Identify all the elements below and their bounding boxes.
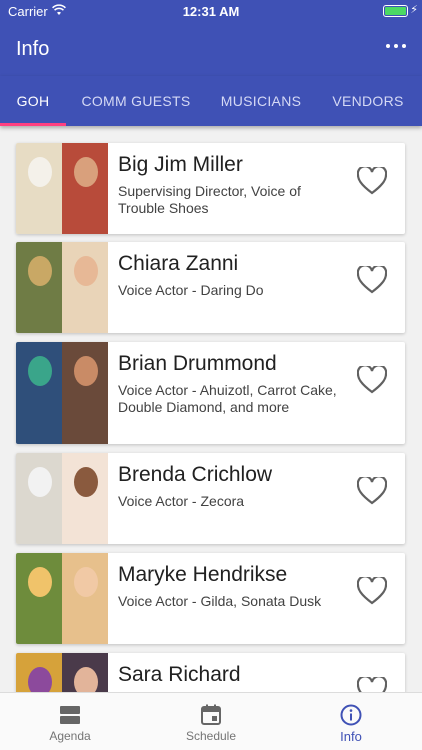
guest-photo <box>16 342 108 444</box>
more-options-icon[interactable] <box>386 36 406 56</box>
bottom-navigation: Agenda Schedule Info <box>0 692 422 750</box>
page-title: Info <box>16 38 50 60</box>
guest-name: Brenda Crichlow <box>118 463 273 486</box>
tab-bar: GOH COMM GUESTS MUSICIANS VENDORS <box>0 76 422 126</box>
charging-icon: ⚡ <box>410 4 418 16</box>
favorite-heart-icon[interactable] <box>357 477 387 505</box>
nav-schedule-label: Schedule <box>185 729 237 743</box>
guest-photo <box>16 653 108 692</box>
guest-name: Brian Drummond <box>118 352 277 375</box>
guest-card[interactable]: Chiara Zanni Voice Actor - Daring Do <box>16 242 405 333</box>
info-icon <box>340 704 362 726</box>
nav-schedule[interactable]: Schedule <box>141 693 281 750</box>
tab-goh[interactable]: GOH <box>0 76 66 126</box>
favorite-heart-icon[interactable] <box>357 266 387 294</box>
guest-card[interactable]: Brenda Crichlow Voice Actor - Zecora <box>16 453 405 544</box>
clock: 12:31 AM <box>182 4 240 19</box>
guest-photo <box>16 143 108 234</box>
tab-comm-guests[interactable]: COMM GUESTS <box>70 76 202 126</box>
guest-photo <box>16 453 108 544</box>
guest-card[interactable]: Brian Drummond Voice Actor - Ahuizotl, C… <box>16 342 405 444</box>
calendar-icon <box>201 704 221 725</box>
status-bar: Carrier 12:31 AM ⚡ <box>0 0 422 22</box>
guest-role: Voice Actor - Ahuizotl, Carrot Cake, Dou… <box>118 382 337 415</box>
guest-card[interactable]: Maryke Hendrikse Voice Actor - Gilda, So… <box>16 553 405 644</box>
guest-name: Maryke Hendrikse <box>118 563 288 586</box>
nav-agenda-label: Agenda <box>49 729 91 743</box>
guest-name: Big Jim Miller <box>118 153 243 176</box>
favorite-heart-icon[interactable] <box>357 577 387 605</box>
app-bar: Info <box>0 22 422 76</box>
nav-agenda[interactable]: Agenda <box>0 693 140 750</box>
agenda-icon <box>60 706 80 724</box>
guest-role: Voice Actor - Zecora <box>118 493 245 509</box>
guest-name: Chiara Zanni <box>118 252 239 275</box>
favorite-heart-icon[interactable] <box>357 167 387 195</box>
guest-card[interactable]: Big Jim Miller Supervising Director, Voi… <box>16 143 405 234</box>
guest-role: Voice Actor - Daring Do <box>118 282 264 298</box>
guest-photo <box>16 553 108 644</box>
favorite-heart-icon[interactable] <box>357 677 387 692</box>
guest-name: Sara Richard <box>118 663 241 686</box>
guest-photo <box>16 242 108 333</box>
nav-info[interactable]: Info <box>281 693 421 750</box>
guest-role: Voice Actor - Gilda, Sonata Dusk <box>118 593 322 609</box>
guest-role: Supervising Director, Voice of Trouble S… <box>118 183 301 216</box>
tab-musicians[interactable]: MUSICIANS <box>208 76 314 126</box>
battery-icon <box>383 5 408 17</box>
favorite-heart-icon[interactable] <box>357 366 387 394</box>
tab-vendors[interactable]: VENDORS <box>322 76 414 126</box>
guest-card[interactable]: Sara Richard <box>16 653 405 692</box>
guest-list[interactable]: Big Jim Miller Supervising Director, Voi… <box>0 126 422 692</box>
nav-info-label: Info <box>340 729 362 744</box>
